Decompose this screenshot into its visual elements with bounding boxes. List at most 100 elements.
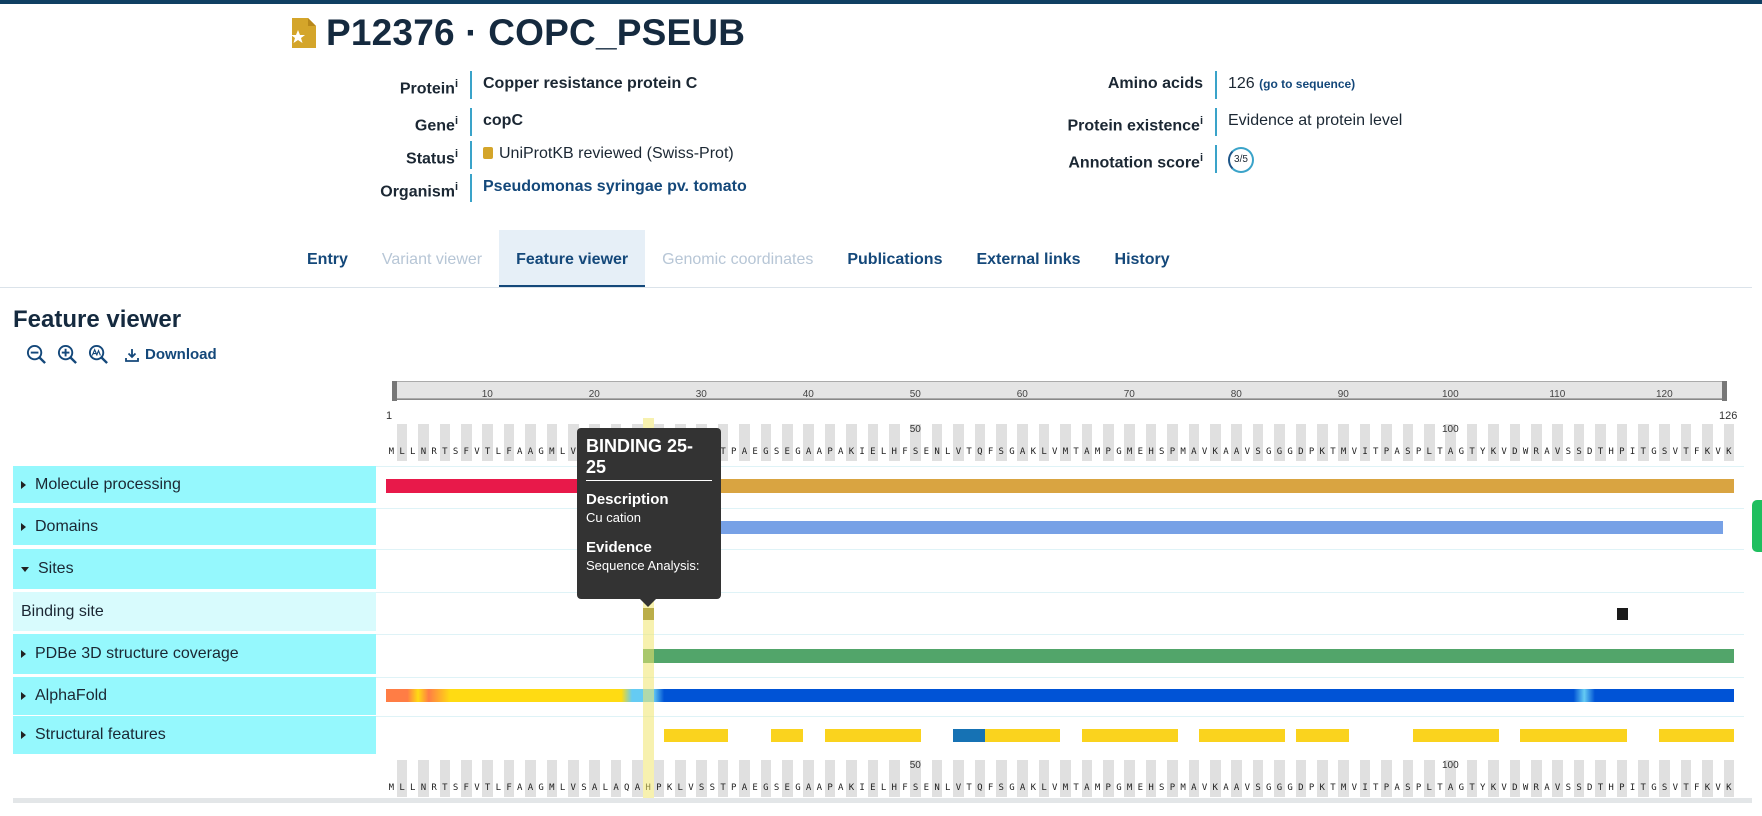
sequence-residue: T [1373, 783, 1379, 793]
sequence-residue: T [966, 783, 972, 793]
sequence-residue: L [396, 760, 408, 797]
feedback-side-tab[interactable] [1752, 500, 1762, 552]
sequence-residue: E [867, 760, 879, 797]
info-value-gene: copC [483, 112, 523, 129]
track-label-text: AlphaFold [35, 687, 108, 704]
info-tooltip-icon[interactable]: i [455, 78, 458, 90]
beta-strand-feature[interactable] [1199, 729, 1285, 742]
sequence-position-mark: 100 [1441, 760, 1459, 771]
sequence-residue: R [1530, 424, 1542, 461]
top-accent-bar [0, 0, 1762, 4]
tab-external-links[interactable]: External links [959, 230, 1097, 288]
sequence-residue: S [1659, 424, 1670, 461]
sequence-residue: P [731, 447, 737, 457]
sequence-residue: A [525, 424, 536, 461]
sequence-residue: G [1287, 783, 1293, 793]
info-tooltip-icon[interactable]: i [455, 148, 458, 160]
ruler-tick-label: 60 [1016, 389, 1028, 400]
sequence-residue: D [1509, 424, 1521, 461]
info-tooltip-icon[interactable]: i [455, 115, 458, 127]
ruler-start-label: 1 [386, 410, 393, 422]
sequence-residue: E [923, 447, 930, 457]
sequence-residue: F [902, 447, 908, 457]
beta-strand-feature[interactable] [1295, 729, 1349, 742]
helix-feature[interactable] [953, 729, 986, 742]
sequence-residue: A [739, 760, 750, 797]
ruler-tick-label: 30 [695, 389, 707, 400]
info-tooltip-icon[interactable]: i [1200, 152, 1203, 164]
sequence-residue: L [945, 447, 951, 457]
sequence-residue: K [666, 783, 673, 793]
tooltip-evidence-label: Evidence [586, 539, 652, 556]
info-divider [470, 108, 472, 136]
beta-strand-feature[interactable] [664, 729, 729, 742]
tab-publications[interactable]: Publications [830, 230, 959, 288]
sequence-residue: P [824, 424, 836, 461]
sequence-residue: K [1488, 760, 1499, 797]
chain-feature[interactable] [642, 479, 1735, 493]
beta-strand-feature[interactable] [1520, 729, 1628, 742]
track-molecule-processing[interactable]: Molecule processing [13, 466, 376, 503]
beta-strand-feature[interactable] [824, 729, 921, 742]
ruler-tick-label: 70 [1123, 389, 1135, 400]
sequence-residue: K [1723, 424, 1735, 461]
beta-strand-feature[interactable] [1659, 729, 1735, 742]
track-domains[interactable]: Domains [13, 508, 376, 545]
sequence-residue: M [1180, 783, 1186, 793]
sequence-residue: L [945, 783, 951, 793]
track-alphafold[interactable]: AlphaFold [13, 677, 376, 715]
sequence-residue: G [1116, 447, 1122, 457]
beta-strand-feature[interactable] [1081, 729, 1178, 742]
sequence-residue: A [1223, 447, 1229, 457]
info-label: Organismi [380, 181, 458, 201]
sequence-residue: M [388, 783, 395, 793]
ruler-left-handle[interactable] [392, 381, 397, 401]
tab-entry[interactable]: Entry [290, 230, 365, 288]
sequence-residue: F [987, 447, 994, 457]
tooltip-description-label: Description [586, 491, 669, 508]
tab-history[interactable]: History [1098, 230, 1187, 288]
horizontal-scrollbar[interactable] [13, 798, 1752, 803]
beta-strand-feature[interactable] [771, 729, 804, 742]
sequence-residue: A [838, 447, 844, 457]
tab-feature-viewer[interactable]: Feature viewer [499, 230, 646, 288]
go-to-sequence-link[interactable]: (go to sequence) [1259, 77, 1355, 91]
sequence-residue: M [1124, 760, 1135, 797]
sequence-residue: W [1522, 447, 1529, 457]
zoom-to-sequence-icon[interactable] [88, 344, 109, 365]
track-pdbe-3d-structure-coverage[interactable]: PDBe 3D structure coverage [13, 634, 376, 674]
pdbe-coverage-feature[interactable] [642, 649, 1735, 663]
beta-strand-feature[interactable] [1413, 729, 1499, 742]
sequence-residue: A [517, 783, 523, 793]
beta-strand-feature[interactable] [985, 729, 1061, 742]
sequence-residue: A [1081, 424, 1093, 461]
sequence-residue: T [1373, 447, 1379, 457]
info-value-organism[interactable]: Pseudomonas syringae pv. tomato [483, 174, 747, 200]
sequence-residue: I [1629, 783, 1636, 793]
ruler-right-handle[interactable] [1722, 381, 1727, 401]
entry-tabs: Entry Variant viewer Feature viewer Genomic… [290, 230, 1187, 288]
sequence-residue: N [418, 424, 429, 461]
info-tooltip-icon[interactable]: i [455, 181, 458, 193]
info-value-status: UniProtKB reviewed (Swiss-Prot) [483, 141, 734, 167]
sequence-residue: L [559, 447, 566, 457]
sequence-residue: K [1702, 760, 1713, 797]
zoom-out-icon[interactable] [26, 344, 47, 365]
track-structural-features[interactable]: Structural features [13, 716, 376, 754]
sequence-residue: Q [974, 760, 986, 797]
info-tooltip-icon[interactable]: i [1200, 115, 1203, 127]
download-button[interactable]: Download [125, 346, 217, 363]
domain-feature[interactable] [642, 521, 1724, 534]
sequence-residue: T [966, 447, 972, 457]
sequence-residue: H [1145, 424, 1157, 461]
ruler-tick-label: 100 [1441, 389, 1459, 400]
binding-site-feature[interactable] [1616, 608, 1628, 620]
sequence-residue: V [474, 447, 480, 457]
info-label: Genei [414, 115, 458, 135]
alphafold-confidence-feature[interactable] [386, 689, 1735, 702]
track-sites[interactable]: Sites [13, 549, 376, 589]
sequence-residue: T [1680, 760, 1692, 797]
sequence-residue: L [1038, 760, 1050, 797]
zoom-in-icon[interactable] [57, 344, 78, 365]
sequence-residue: S [1565, 447, 1572, 457]
